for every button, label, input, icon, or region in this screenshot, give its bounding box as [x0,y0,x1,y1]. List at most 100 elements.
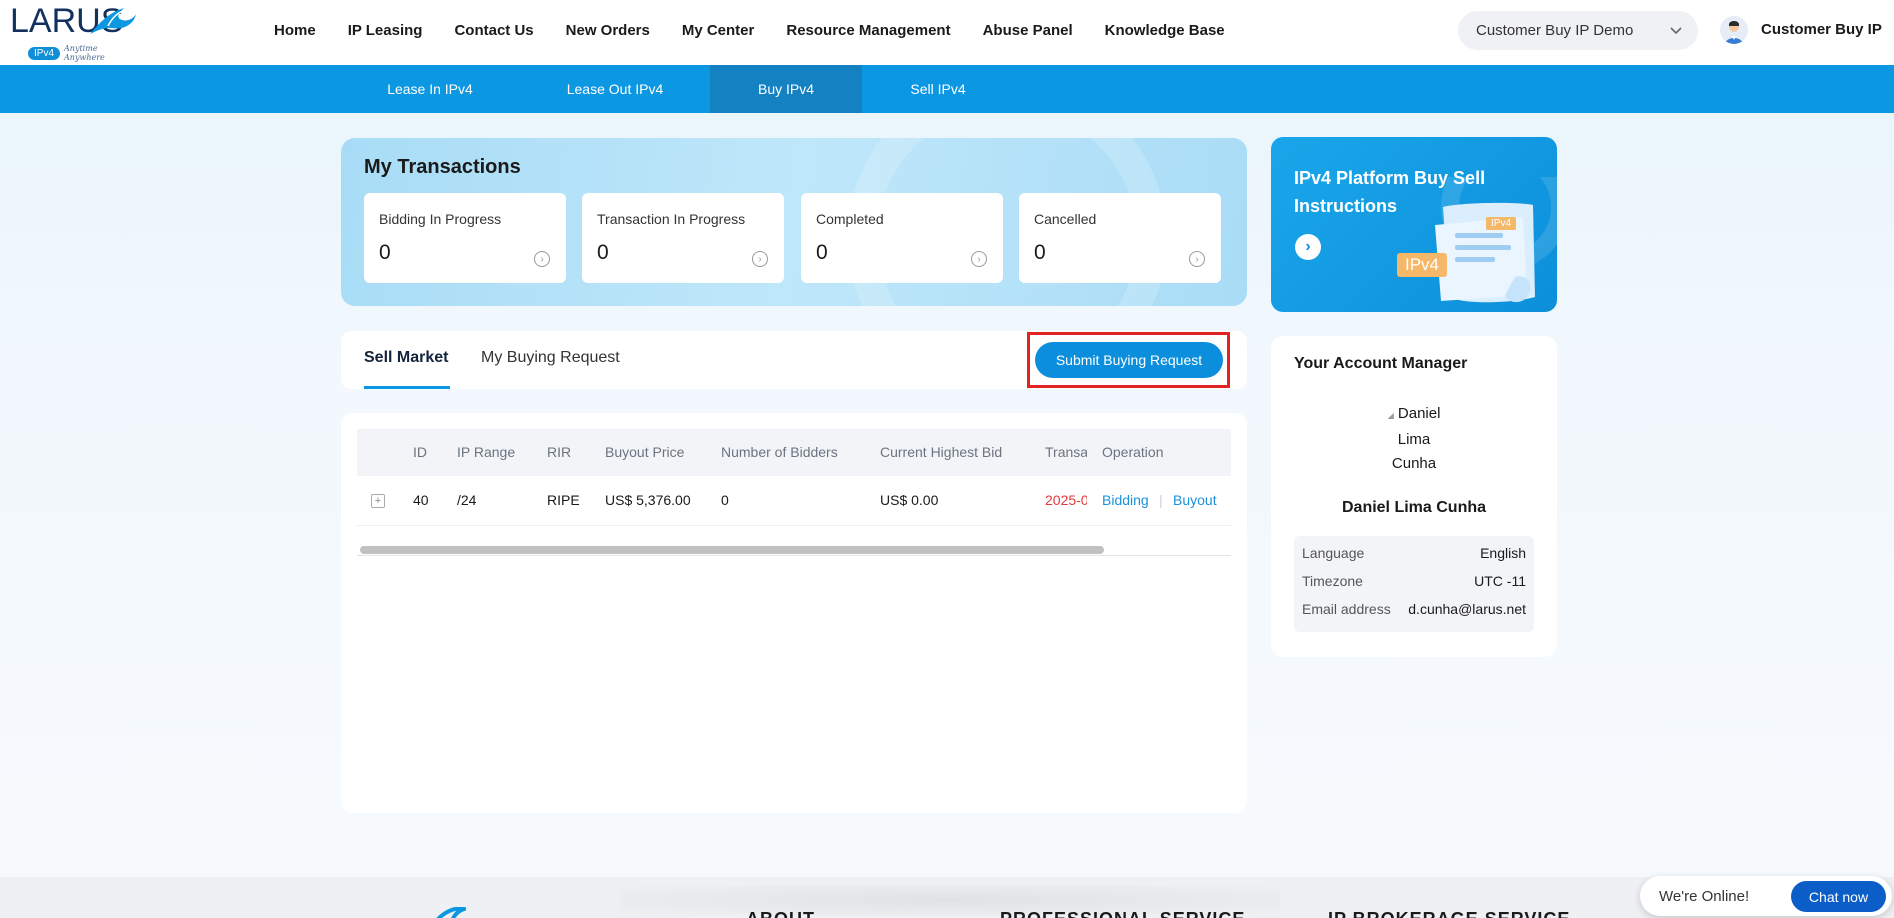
stat-value: 0 [816,241,828,264]
info-timezone: Timezone UTC -11 [1302,573,1526,589]
chat-widget: We're Online! Chat now [1640,876,1892,916]
sell-market-table-card: ID IP Range RIR Buyout Price Number of B… [341,413,1247,813]
col-current-highest-bid: Current Highest Bid [880,444,1003,460]
logo-ipv4-badge: IPv4 [28,46,61,60]
tab-my-buying-request[interactable]: My Buying Request [481,349,620,367]
nav-knowledge-base[interactable]: Knowledge Base [1105,22,1225,39]
photo-alt-line: Cunha [1391,455,1437,472]
info-value: English [1480,545,1526,561]
subnav-lease-out[interactable]: Lease Out IPv4 [520,65,710,113]
arrow-right-circle-icon[interactable]: › [534,251,550,267]
photo-alt-line: Lima [1397,431,1431,448]
info-email: Email address d.cunha@larus.net [1302,601,1526,617]
main-nav: Home IP Leasing Contact Us New Orders My… [274,0,1257,60]
col-ip-range: IP Range [457,444,516,460]
highlight-annotation [1027,332,1230,388]
active-tab-indicator [364,386,450,389]
cell-id: 40 [413,492,429,508]
nav-abuse-panel[interactable]: Abuse Panel [983,22,1073,39]
arrow-right-icon[interactable]: › [1295,234,1321,260]
footer-professional-service[interactable]: PROFESSIONAL SERVICE [1000,909,1245,918]
col-rir: RIR [547,444,572,460]
nav-my-center[interactable]: My Center [682,22,755,39]
chat-now-button[interactable]: Chat now [1791,881,1886,912]
buyout-link[interactable]: Buyout [1173,492,1217,508]
stat-label: Bidding In Progress [379,211,502,227]
cell-bidders: 0 [721,492,729,508]
stat-value: 0 [597,241,609,264]
larus-logo[interactable]: LARUS IPv4 Anytime Anywhere [10,2,136,62]
tab-sell-market[interactable]: Sell Market [364,349,448,367]
transactions-card: My Transactions Bidding In Progress 0 › … [341,138,1247,306]
info-key: Language [1302,545,1365,561]
col-id: ID [413,444,427,460]
arrow-right-circle-icon[interactable]: › [971,251,987,267]
bidding-link[interactable]: Bidding [1102,492,1149,508]
footer-ip-brokerage-service[interactable]: IP BROKERAGE SERVICE [1328,909,1570,918]
col-operation: Operation [1102,444,1164,460]
document-illustration-icon [1435,177,1557,303]
ipv4-badge-small: IPv4 [1486,217,1517,230]
table-header: ID IP Range RIR Buyout Price Number of B… [357,429,1231,476]
page-footer: ABOUT PROFESSIONAL SERVICE IP BROKERAGE … [0,877,1894,918]
sell-market-table: ID IP Range RIR Buyout Price Number of B… [357,429,1231,557]
nav-resource-management[interactable]: Resource Management [786,22,950,39]
cell-highest-bid: US$ 0.00 [880,492,939,508]
subnav-sell-ipv4[interactable]: Sell IPv4 [862,65,1014,113]
info-key: Timezone [1302,573,1363,589]
cell-rir: RIPE [547,492,580,508]
user-name[interactable]: Customer Buy IP [1761,21,1882,38]
transactions-title: My Transactions [364,156,521,178]
broken-image-icon: ◢ [1387,411,1394,420]
arrow-right-circle-icon[interactable]: › [1189,251,1205,267]
footer-about[interactable]: ABOUT [746,909,815,918]
cell-buyout-price: US$ 5,376.00 [605,492,691,508]
stat-cancelled[interactable]: Cancelled 0 › [1019,193,1221,283]
info-key: Email address [1302,601,1391,617]
logo-tagline: IPv4 Anytime Anywhere [28,44,130,62]
col-transaction: Transa [1045,444,1087,460]
stat-bidding-in-progress[interactable]: Bidding In Progress 0 › [364,193,566,283]
subnav-lease-in[interactable]: Lease In IPv4 [340,65,520,113]
subnav-buy-ipv4[interactable]: Buy IPv4 [710,65,862,113]
footer-logo-icon [436,907,466,918]
info-language: Language English [1302,545,1526,561]
operation-separator: | [1159,492,1163,508]
cell-ip-range: /24 [457,492,477,508]
scrollbar-thumb[interactable] [360,546,1104,554]
cell-transaction-date: 2025-0 [1045,492,1087,508]
bird-icon [90,8,136,34]
account-manager-card: Your Account Manager ◢ Daniel Lima Cunha… [1271,336,1557,657]
manager-info: Language English Timezone UTC -11 Email … [1294,536,1534,632]
logo-slogan: Anytime Anywhere [64,44,105,62]
user-avatar[interactable] [1720,16,1748,44]
nav-new-orders[interactable]: New Orders [566,22,650,39]
col-buyout-price: Buyout Price [605,444,685,460]
ipv4-badge-large: IPv4 [1397,253,1448,277]
sub-nav: Lease In IPv4 Lease Out IPv4 Buy IPv4 Se… [0,65,1894,113]
expand-row-icon[interactable]: + [371,494,385,508]
stat-value: 0 [1034,241,1046,264]
info-value[interactable]: d.cunha@larus.net [1408,601,1526,617]
account-manager-title: Your Account Manager [1294,355,1468,372]
chevron-down-icon [1670,24,1682,38]
chat-status: We're Online! [1659,888,1750,905]
info-value: UTC -11 [1474,573,1526,589]
account-select-value: Customer Buy IP Demo [1476,22,1634,39]
arrow-right-circle-icon[interactable]: › [752,251,768,267]
manager-photo: ◢ Daniel Lima Cunha [1383,402,1445,476]
nav-home[interactable]: Home [274,22,316,39]
stat-transaction-in-progress[interactable]: Transaction In Progress 0 › [582,193,784,283]
nav-contact-us[interactable]: Contact Us [454,22,533,39]
stat-value: 0 [379,241,391,264]
account-select[interactable]: Customer Buy IP Demo [1458,11,1698,50]
stat-label: Cancelled [1034,211,1097,227]
instructions-banner[interactable]: IPv4 Platform Buy Sell Instructions › IP… [1271,137,1557,312]
horizontal-scrollbar[interactable] [357,542,1231,556]
stat-label: Completed [816,211,884,227]
col-number-of-bidders: Number of Bidders [721,444,838,460]
table-row: + 40 /24 RIPE US$ 5,376.00 0 US$ 0.00 20… [357,476,1231,526]
stat-completed[interactable]: Completed 0 › [801,193,1003,283]
stat-label: Transaction In Progress [597,211,746,227]
nav-ip-leasing[interactable]: IP Leasing [348,22,423,39]
